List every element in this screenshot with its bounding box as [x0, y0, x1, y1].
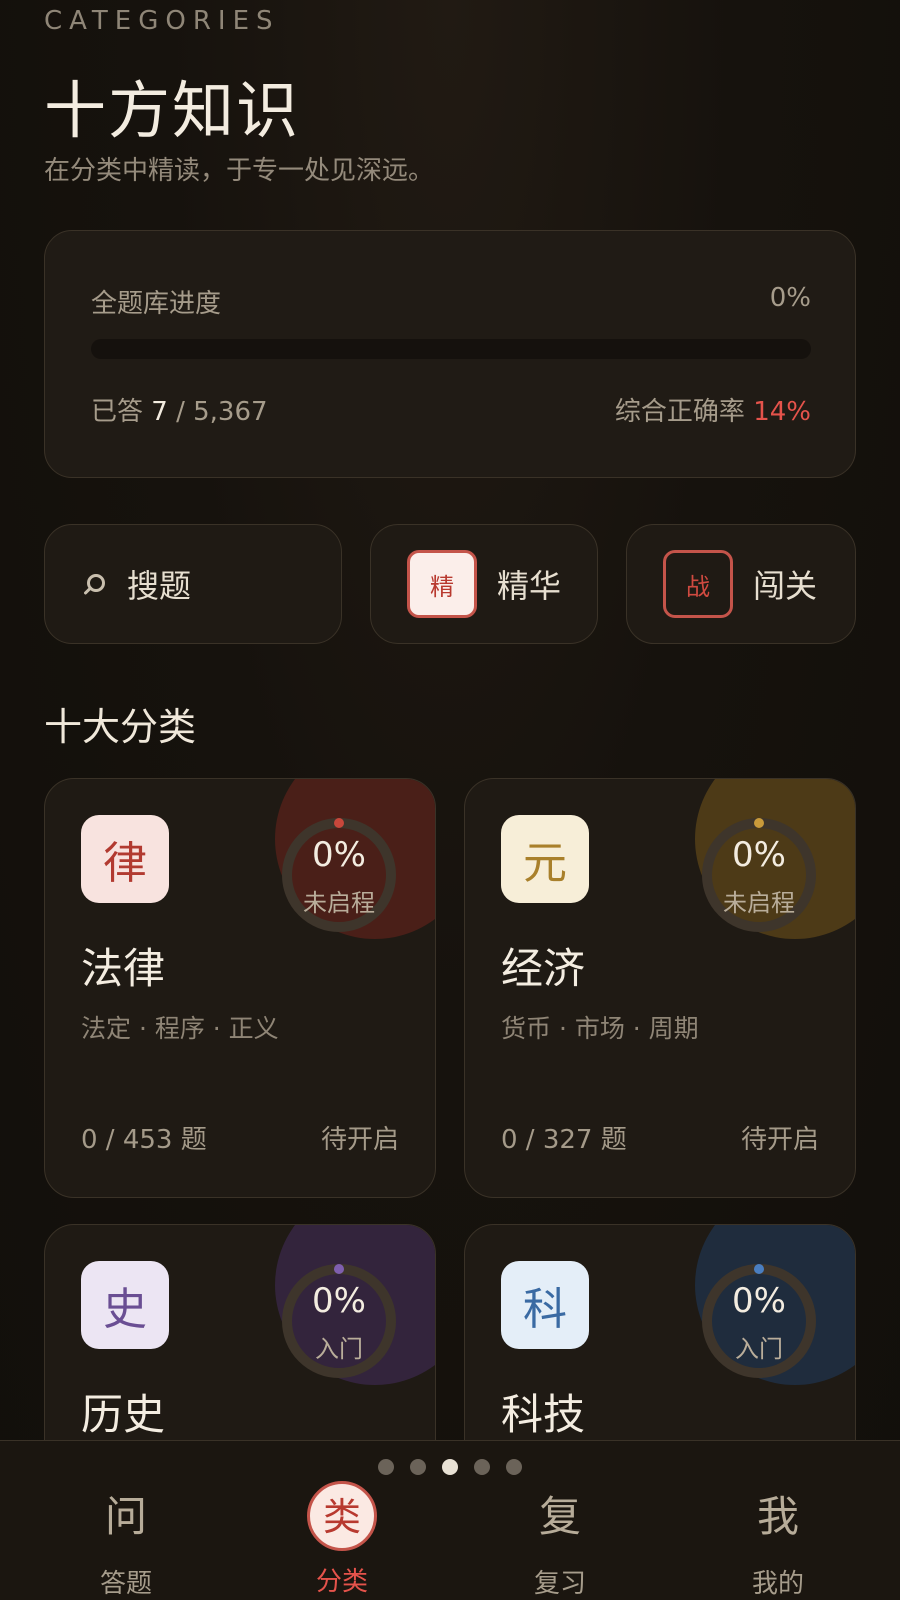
category-progress-ring: 0% 入门 [277, 1259, 401, 1383]
category-progress-ring: 0% 未启程 [277, 813, 401, 937]
category-status: 未启程 [303, 889, 375, 917]
nav-tab-review[interactable]: 复 复习 [480, 1481, 640, 1600]
nav-tab-label: 我的 [751, 1569, 804, 1599]
progress-ring-icon [702, 1264, 816, 1378]
progress-ring-icon [282, 818, 396, 932]
category-badge-icon: 律 [81, 815, 169, 903]
overall-progress-card: 全题库进度 0% 已答 7 / 5,367 综合正确率 14% [44, 230, 856, 478]
search-button-label: 搜题 [127, 567, 192, 605]
category-progress-ring: 0% 入门 [697, 1259, 821, 1383]
page-dot[interactable] [410, 1459, 426, 1475]
battle-seal-icon: 战 [663, 550, 733, 618]
category-state: 待开启 [740, 1125, 819, 1155]
category-question-count: 0 / 453 题 [81, 1125, 207, 1155]
answered-value: 7 [151, 397, 168, 427]
nav-tab-label: 分类 [315, 1567, 368, 1597]
category-badge-icon: 史 [81, 1261, 169, 1349]
category-question-count: 0 / 327 题 [501, 1125, 627, 1155]
eyebrow-label: CATEGORIES [44, 6, 280, 36]
category-card-law[interactable]: 律 0% 未启程 法律 法定 · 程序 · 正义 0 / 453 题 待开启 [44, 778, 436, 1198]
elite-seal-icon: 精 [407, 550, 477, 618]
category-name: 法律 [81, 944, 166, 993]
review-icon: 复 [538, 1492, 581, 1541]
accuracy-value: 14% [753, 397, 811, 427]
category-percent: 0% [312, 835, 366, 875]
category-tags: 货币 · 市场 · 周期 [501, 1014, 699, 1043]
progress-bar [91, 339, 811, 359]
elite-button-label: 精华 [497, 567, 562, 605]
page-dot[interactable] [442, 1459, 458, 1475]
category-status: 入门 [735, 1335, 783, 1363]
nav-tab-me[interactable]: 我 我的 [698, 1481, 858, 1600]
category-badge-icon: 元 [501, 815, 589, 903]
challenge-button[interactable]: 战 闯关 [626, 524, 856, 644]
accuracy-label: 综合正确率 [614, 397, 745, 427]
category-tags: 法定 · 程序 · 正义 [81, 1014, 279, 1043]
page-dot[interactable] [474, 1459, 490, 1475]
category-percent: 0% [312, 1281, 366, 1321]
accuracy: 综合正确率 14% [615, 391, 811, 428]
category-status: 入门 [315, 1335, 363, 1363]
progress-ring-icon [702, 818, 816, 932]
page-indicator [0, 1459, 900, 1475]
profile-icon: 我 [756, 1492, 799, 1541]
answer-icon: 问 [104, 1492, 147, 1541]
category-card-economy[interactable]: 元 0% 未启程 经济 货币 · 市场 · 周期 0 / 327 题 待开启 [464, 778, 856, 1198]
elite-button[interactable]: 精 精华 [370, 524, 598, 644]
answered-count: 已答 7 / 5,367 [91, 391, 268, 428]
category-state: 待开启 [320, 1125, 399, 1155]
nav-tab-label: 复习 [533, 1569, 586, 1599]
category-percent: 0% [732, 835, 786, 875]
category-name: 历史 [81, 1390, 166, 1439]
answered-total: / 5,367 [176, 397, 268, 427]
progress-label: 全题库进度 [91, 289, 222, 319]
answered-prefix: 已答 [91, 397, 144, 427]
page-title: 十方知识 [44, 74, 301, 147]
progress-percent: 0% [769, 283, 811, 313]
page-subtitle: 在分类中精读，于专一处见深远。 [44, 156, 435, 186]
nav-tab-label: 答题 [99, 1569, 152, 1599]
search-icon [81, 570, 109, 598]
section-title: 十大分类 [44, 705, 197, 749]
progress-ring-icon [282, 1264, 396, 1378]
nav-tab-categories[interactable]: 类 分类 [262, 1481, 422, 1598]
search-questions-button[interactable]: 搜题 [44, 524, 342, 644]
page-dot[interactable] [506, 1459, 522, 1475]
category-percent: 0% [732, 1281, 786, 1321]
category-progress-ring: 0% 未启程 [697, 813, 821, 937]
bottom-navigation: 问 答题 类 分类 复 复习 我 我的 [0, 1440, 900, 1600]
category-name: 科技 [501, 1390, 586, 1439]
categories-screen: CATEGORIES 十方知识 在分类中精读，于专一处见深远。 全题库进度 0%… [0, 0, 900, 1600]
page-dot[interactable] [378, 1459, 394, 1475]
category-name: 经济 [501, 944, 586, 993]
categories-icon: 类 [307, 1481, 377, 1551]
challenge-button-label: 闯关 [753, 567, 818, 605]
nav-tab-answer[interactable]: 问 答题 [46, 1481, 206, 1600]
category-badge-icon: 科 [501, 1261, 589, 1349]
category-status: 未启程 [723, 889, 795, 917]
